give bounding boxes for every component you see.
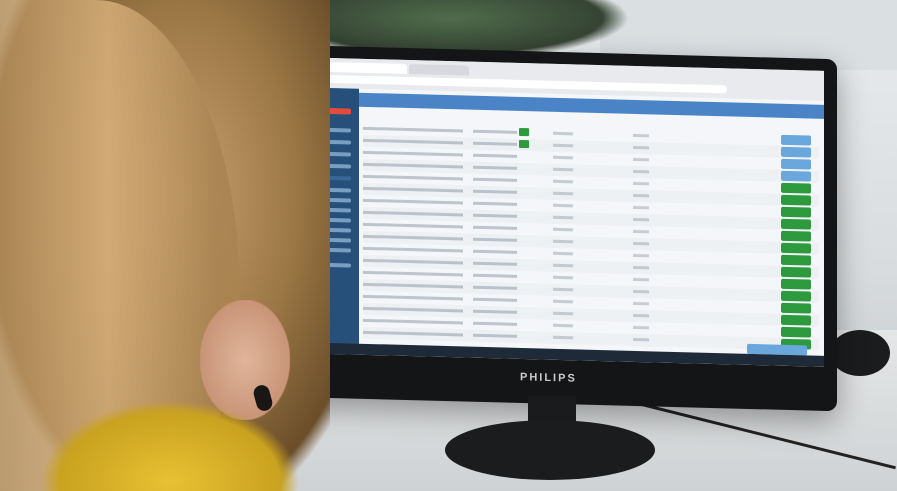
table-area bbox=[363, 123, 819, 367]
browser-tab-inactive bbox=[409, 64, 469, 76]
photo-scene: PHILIPS bbox=[0, 0, 897, 491]
monitor-brand: PHILIPS bbox=[520, 371, 577, 385]
address-bar bbox=[327, 74, 727, 94]
second-monitor-stand bbox=[830, 330, 890, 376]
browser-tab bbox=[317, 61, 407, 74]
monitor-screen bbox=[297, 57, 824, 367]
yellow-shirt bbox=[40, 400, 300, 491]
monitor-stand bbox=[445, 420, 655, 480]
